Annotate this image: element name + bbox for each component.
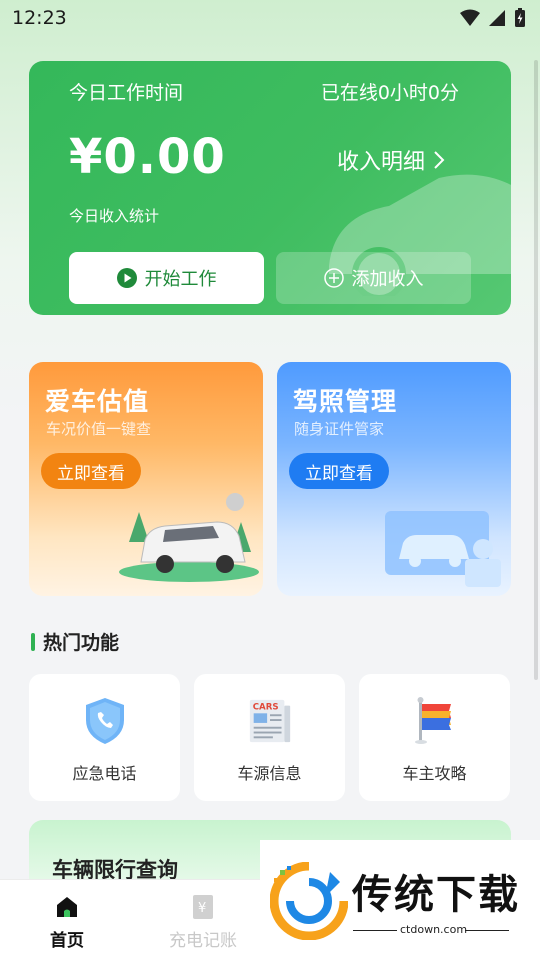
watermark-logo-icon [270, 862, 348, 940]
watermark-brand: 传统下载 [352, 872, 520, 918]
signal-icon [489, 10, 505, 26]
income-detail-label: 收入明细 [337, 150, 426, 175]
income-amount: ¥0.00 [69, 129, 226, 185]
nav-charge-ledger[interactable]: ¥ 充电记账 [158, 894, 248, 951]
section-accent-bar [31, 632, 35, 651]
license-management-subtitle: 随身证件管家 [294, 420, 385, 438]
license-view-button[interactable]: 立即查看 [289, 453, 389, 489]
income-card: 今日工作时间 已在线0小时0分 ¥0.00 收入明细 今日收入统计 开始工作 添… [29, 61, 511, 315]
scrollbar[interactable] [534, 60, 538, 680]
play-icon [116, 268, 137, 288]
plus-circle-icon [323, 268, 344, 288]
shield-phone-icon [81, 696, 129, 746]
feature-car-source[interactable]: CARS 车源信息 [194, 674, 345, 801]
hot-features-title: 热门功能 [43, 632, 120, 654]
battery-icon [515, 8, 525, 27]
add-income-label: 添加收入 [351, 269, 424, 290]
feature-emergency-phone-label: 应急电话 [72, 764, 137, 783]
suv-illustration-icon [119, 493, 259, 582]
car-valuation-view-button[interactable]: 立即查看 [41, 453, 141, 489]
svg-text:CARS: CARS [252, 702, 278, 712]
car-valuation-card[interactable]: 爱车估值 车况价值一键查 立即查看 [29, 362, 263, 596]
flag-icon [411, 696, 459, 746]
online-duration: 已在线0小时0分 [320, 82, 459, 104]
nav-home-label: 首页 [50, 931, 84, 951]
car-valuation-subtitle: 车况价值一键查 [46, 420, 152, 438]
cars-newspaper-icon: CARS [246, 696, 294, 746]
feature-owner-guide[interactable]: 车主攻略 [359, 674, 510, 801]
chevron-right-icon [434, 151, 445, 169]
status-time: 12:23 [12, 7, 67, 29]
ledger-icon: ¥ [193, 895, 213, 919]
car-valuation-title: 爱车估值 [45, 387, 150, 416]
feature-car-source-label: 车源信息 [237, 764, 302, 783]
hot-features-header: 热门功能 [31, 628, 119, 655]
watermark-url: ctdown.com [400, 923, 468, 936]
license-management-title: 驾照管理 [293, 387, 398, 416]
watermark-divider-left [353, 930, 397, 931]
income-stat-label: 今日收入统计 [69, 207, 160, 225]
watermark: 传统下载 ctdown.com [260, 840, 540, 960]
wifi-icon [460, 9, 480, 26]
add-income-button[interactable]: 添加收入 [276, 252, 471, 304]
watermark-divider-right [465, 930, 509, 931]
start-work-label: 开始工作 [144, 269, 217, 290]
status-bar: 12:23 [0, 0, 540, 36]
work-time-label: 今日工作时间 [69, 82, 184, 104]
feature-owner-guide-label: 车主攻略 [402, 764, 467, 783]
nav-home[interactable]: 首页 [22, 894, 112, 951]
feature-emergency-phone[interactable]: 应急电话 [29, 674, 180, 801]
income-detail-link[interactable]: 收入明细 [337, 144, 445, 176]
home-icon [57, 897, 77, 917]
license-management-card[interactable]: 驾照管理 随身证件管家 立即查看 [277, 362, 511, 596]
start-work-button[interactable]: 开始工作 [69, 252, 264, 304]
nav-charge-ledger-label: 充电记账 [169, 931, 237, 951]
license-card-icon [385, 511, 501, 587]
status-icons [460, 8, 526, 28]
svg-text:¥: ¥ [198, 901, 206, 916]
